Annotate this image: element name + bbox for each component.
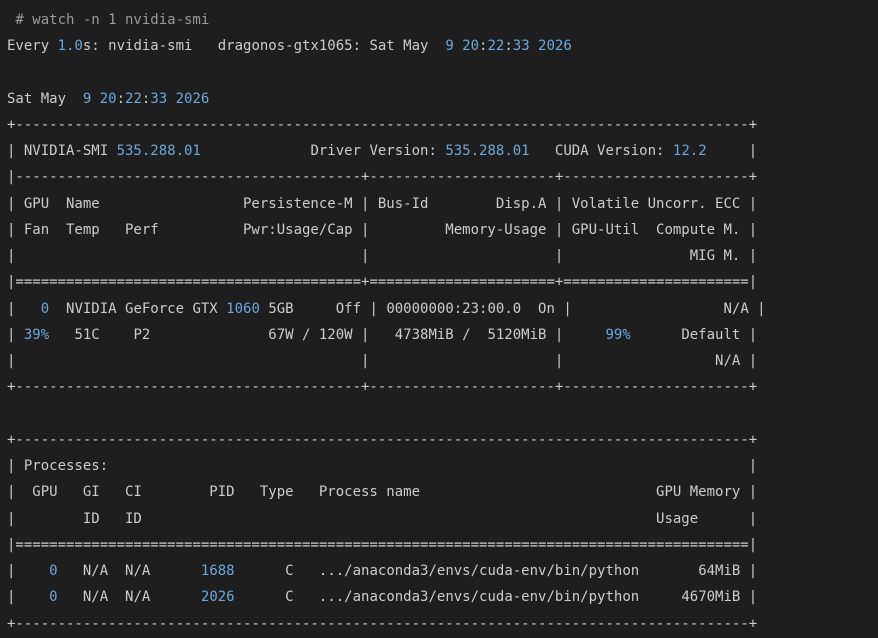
terminal-line: | 0 N/A N/A 1688 C .../anaconda3/envs/cu… (7, 561, 757, 581)
terminal-text-segment: N/A N/A (57, 589, 201, 605)
terminal-text-segment: s: nvidia-smi dragonos-gtx1065: Sat May (82, 38, 446, 54)
terminal-line: | | | N/A | (7, 351, 757, 371)
terminal-text-segment: : (116, 91, 126, 107)
terminal-line: | NVIDIA-SMI 535.288.01 Driver Version: … (7, 141, 757, 161)
terminal-text-segment: 0 (40, 301, 50, 317)
terminal-text-segment: C .../anaconda3/envs/cuda-env/bin/python… (234, 563, 758, 579)
terminal-text-segment: 12.2 (672, 143, 707, 159)
terminal-line: | Processes: | (7, 456, 757, 476)
terminal-text-segment: N/A N/A (57, 563, 201, 579)
terminal-line: # watch -n 1 nvidia-smi (7, 10, 209, 30)
terminal-text-segment: | (7, 301, 41, 317)
terminal-line: Every 1.0s: nvidia-smi dragonos-gtx1065:… (7, 36, 572, 56)
terminal-text-segment: 1060 (226, 301, 260, 317)
terminal-text-segment: +---------------------------------------… (7, 379, 758, 395)
terminal-window[interactable]: # watch -n 1 nvidia-smi Every 1.0s: nvid… (0, 0, 878, 638)
terminal-text-segment: 535.288.01 (445, 143, 530, 159)
terminal-text-segment: | ID ID Usage | (7, 511, 758, 527)
terminal-text-segment: 51C P2 67W / 120W | 4738MiB / 5120MiB | (49, 327, 606, 343)
terminal-line: | | | MIG M. | (7, 246, 757, 266)
terminal-line: +---------------------------------------… (7, 430, 757, 450)
terminal-text-segment: | GPU GI CI PID Type Process name GPU Me… (7, 484, 758, 500)
terminal-text-segment: +---------------------------------------… (7, 616, 758, 632)
terminal-text-segment: 2026 (200, 589, 235, 605)
terminal-text-segment: C .../anaconda3/envs/cuda-env/bin/python… (234, 589, 758, 605)
terminal-text-segment: 39% (23, 327, 50, 343)
terminal-text-segment: 535.288.01 (116, 143, 201, 159)
terminal-text-segment: 9 20 (445, 38, 480, 54)
terminal-text-segment: |=======================================… (7, 537, 758, 553)
terminal-text-segment: 33 2026 (512, 38, 572, 54)
terminal-text-segment: 1.0 (57, 38, 83, 54)
terminal-line: | Fan Temp Perf Pwr:Usage/Cap | Memory-U… (7, 220, 757, 240)
terminal-text-segment: | (7, 327, 24, 343)
terminal-text-segment: | | | MIG M. | (7, 248, 758, 264)
terminal-text-segment: : (504, 38, 513, 54)
terminal-text-segment: CUDA Version: (529, 143, 673, 159)
terminal-text-segment: |=======================================… (7, 274, 758, 290)
terminal-text-segment: |---------------------------------------… (7, 169, 758, 185)
terminal-text-segment: 22 (125, 91, 142, 107)
terminal-text-segment: 5GB Off | 00000000:23:00.0 On | N/A | (259, 301, 766, 317)
terminal-text-segment: 22 (487, 38, 505, 54)
terminal-text-segment: | | | N/A | (7, 353, 758, 369)
terminal-text-segment: | (7, 563, 50, 579)
terminal-text-segment: +---------------------------------------… (7, 432, 758, 448)
terminal-text-segment: | Fan Temp Perf Pwr:Usage/Cap | Memory-U… (7, 222, 758, 238)
terminal-text-segment: 0 (49, 589, 58, 605)
terminal-line: +---------------------------------------… (7, 614, 757, 634)
terminal-text-segment: Sat May (7, 91, 83, 107)
terminal-text-segment: # watch -n 1 nvidia-smi (7, 12, 210, 28)
terminal-line: |=======================================… (7, 272, 757, 292)
terminal-text-segment: | NVIDIA-SMI (7, 143, 117, 159)
terminal-text-segment: +---------------------------------------… (7, 117, 758, 133)
terminal-text-segment: 99% (605, 327, 631, 343)
terminal-line: |=======================================… (7, 535, 757, 555)
terminal-text-segment: NVIDIA GeForce GTX (49, 301, 227, 317)
terminal-line: +---------------------------------------… (7, 377, 757, 397)
terminal-line: |---------------------------------------… (7, 167, 757, 187)
terminal-line: +---------------------------------------… (7, 115, 757, 135)
terminal-text-segment: | GPU Name Persistence-M | Bus-Id Disp.A… (7, 196, 758, 212)
terminal-line: Sat May 9 20:22:33 2026 (7, 89, 209, 109)
terminal-text-segment: 0 (49, 563, 58, 579)
terminal-text-segment: | (7, 589, 50, 605)
terminal-text-segment: 1688 (200, 563, 235, 579)
terminal-text-segment: | Processes: | (7, 458, 758, 474)
terminal-line: | GPU GI CI PID Type Process name GPU Me… (7, 482, 757, 502)
terminal-text-segment: | (706, 143, 758, 159)
terminal-line: | 39% 51C P2 67W / 120W | 4738MiB / 5120… (7, 325, 757, 345)
terminal-line: | ID ID Usage | (7, 509, 757, 529)
terminal-text-segment: 9 20 (82, 91, 117, 107)
terminal-line: | GPU Name Persistence-M | Bus-Id Disp.A… (7, 194, 757, 214)
terminal-text-segment: Default | (630, 327, 758, 343)
terminal-text-segment: Every (7, 38, 58, 54)
terminal-text-segment: 33 2026 (150, 91, 210, 107)
terminal-line: | 0 NVIDIA GeForce GTX 1060 5GB Off | 00… (7, 299, 766, 319)
terminal-text-segment: Driver Version: (200, 143, 446, 159)
terminal-line: | 0 N/A N/A 2026 C .../anaconda3/envs/cu… (7, 587, 757, 607)
